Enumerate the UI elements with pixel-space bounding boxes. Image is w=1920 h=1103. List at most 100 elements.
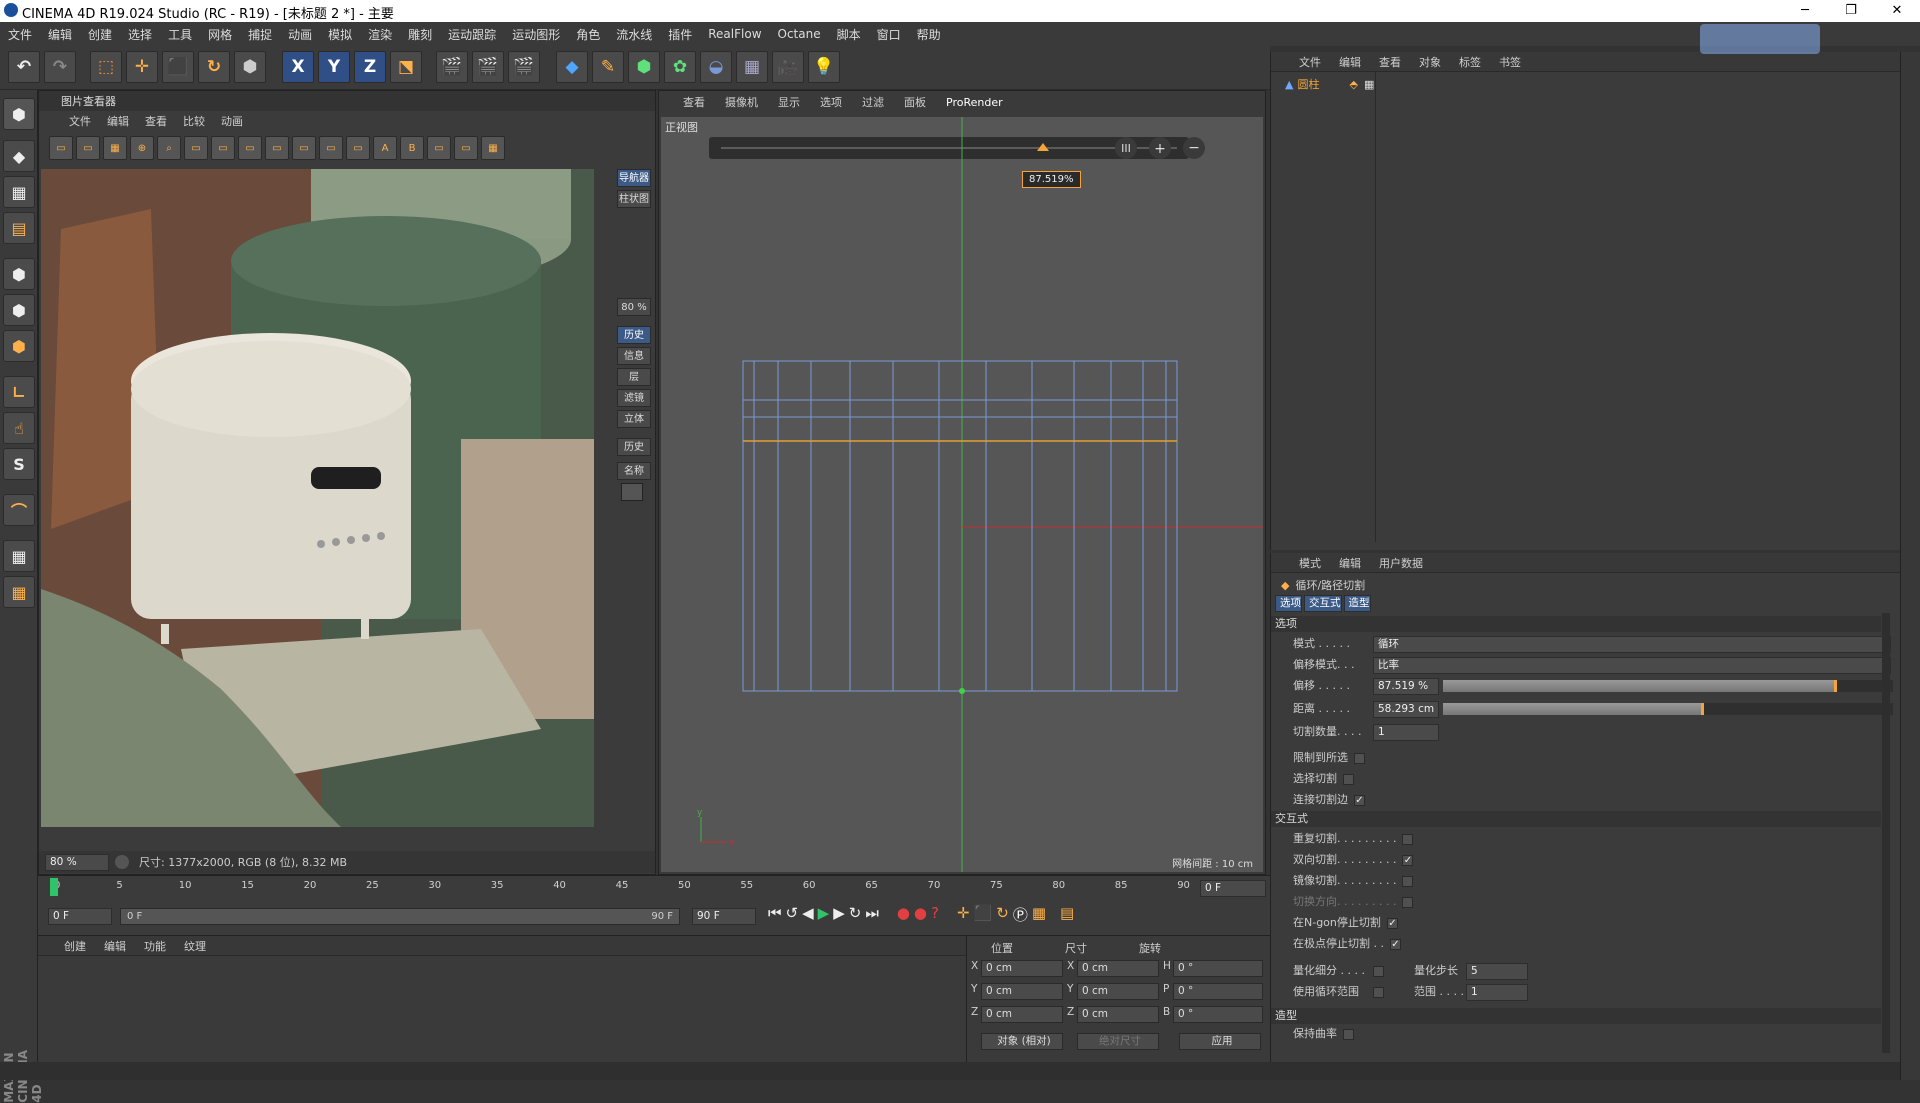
quantize-step-field[interactable]: 5 — [1466, 962, 1528, 980]
menu-create[interactable]: 创建 — [88, 26, 112, 43]
size-z-field[interactable]: 0 cm — [1077, 1006, 1159, 1023]
menu-mesh[interactable]: 网格 — [208, 26, 232, 43]
history-icon[interactable]: ▭ — [292, 136, 316, 160]
coord-mode-dropdown[interactable]: 对象 (相对) — [981, 1033, 1063, 1050]
checker-tag-icon[interactable]: ▦ — [1364, 78, 1374, 91]
mode-dropdown[interactable]: 循环 — [1373, 635, 1891, 653]
b-compare-icon[interactable]: B — [400, 136, 424, 160]
repeat-checkbox[interactable] — [1402, 833, 1414, 845]
move-icon[interactable]: ✛ — [126, 51, 158, 83]
pv-menu-edit[interactable]: 编辑 — [107, 113, 129, 129]
offset-field[interactable]: 87.519 % — [1373, 677, 1439, 695]
limit-checkbox[interactable] — [1354, 752, 1365, 764]
pv-menu-compare[interactable]: 比较 — [183, 113, 205, 129]
history-thumbnail[interactable] — [621, 483, 643, 501]
pole-stop-checkbox[interactable]: ✓ — [1390, 938, 1401, 950]
menu-help[interactable]: 帮助 — [917, 26, 941, 43]
menu-sculpt[interactable]: 雕刻 — [408, 26, 432, 43]
menu-motion-tracking[interactable]: 运动跟踪 — [448, 26, 496, 43]
coordinate-system-icon[interactable]: ⬔ — [390, 51, 422, 83]
planar-workplane-icon[interactable]: ▦ — [3, 576, 35, 608]
preview-range-slider[interactable]: 0 F 90 F — [120, 908, 680, 925]
vp-menu-prorender[interactable]: ProRender — [946, 96, 1003, 109]
magnet-icon[interactable]: ⌒ — [3, 494, 35, 526]
cuts-field[interactable]: 1 — [1373, 723, 1439, 741]
keep-curvature-checkbox[interactable] — [1343, 1028, 1354, 1040]
tab-shape[interactable]: 造型 — [1343, 595, 1371, 612]
mm-menu-edit[interactable]: 编辑 — [104, 938, 126, 954]
open-folder-icon[interactable]: ▭ — [49, 136, 73, 160]
om-menu-edit[interactable]: 编辑 — [1339, 54, 1361, 70]
use-range-checkbox[interactable] — [1373, 986, 1384, 998]
stereo-icon[interactable]: ▭ — [427, 136, 451, 160]
mirror-checkbox[interactable] — [1402, 875, 1414, 887]
offset-slider[interactable] — [1443, 680, 1893, 692]
render-icon[interactable]: ▦ — [481, 136, 505, 160]
select-cut-checkbox[interactable] — [1343, 773, 1354, 785]
attr-scrollbar[interactable] — [1882, 613, 1890, 1053]
channel-icon[interactable]: ▭ — [346, 136, 370, 160]
keyframe-selection-icon[interactable]: ? — [931, 904, 939, 925]
cube-icon[interactable]: ◆ — [556, 51, 588, 83]
quantize-checkbox[interactable] — [1373, 965, 1384, 977]
model-mode-icon[interactable]: ◆ — [3, 140, 35, 172]
tweak-mode-icon[interactable]: ☝ — [3, 412, 35, 444]
scale-icon[interactable]: ⬛ — [162, 51, 194, 83]
export-icon[interactable]: ▭ — [454, 136, 478, 160]
mm-menu-texture[interactable]: 纹理 — [184, 938, 206, 954]
end-frame-field[interactable]: 90 F — [692, 908, 756, 925]
tab-info[interactable]: 信息 — [617, 347, 651, 365]
edges-mode-icon[interactable]: ⬢ — [3, 294, 35, 326]
axis-mode-icon[interactable]: ∟ — [3, 376, 35, 408]
position-z-field[interactable]: 0 cm — [981, 1006, 1063, 1023]
vp-menu-view[interactable]: 查看 — [683, 94, 705, 110]
start-frame-field[interactable]: 0 F — [48, 908, 112, 925]
light-icon[interactable]: 💡 — [808, 51, 840, 83]
previous-frame-icon[interactable]: ◀ — [802, 904, 814, 925]
position-y-field[interactable]: 0 cm — [981, 983, 1063, 1000]
go-to-start-icon[interactable]: ⏮ — [768, 904, 782, 925]
om-menu-file[interactable]: 文件 — [1299, 54, 1321, 70]
play-icon[interactable] — [115, 855, 129, 869]
menu-script[interactable]: 脚本 — [837, 26, 861, 43]
menu-select[interactable]: 选择 — [128, 26, 152, 43]
coord-size-mode-dropdown[interactable]: 绝对尺寸 — [1077, 1033, 1159, 1050]
tab-options[interactable]: 选项 — [1275, 595, 1302, 612]
restore-button[interactable]: ❐ — [1828, 0, 1874, 22]
compare-icon[interactable]: ▭ — [238, 136, 262, 160]
zoom-field[interactable]: 80 % — [45, 853, 109, 871]
key-pla-icon[interactable]: ▦ — [1032, 904, 1046, 925]
z-axis-lock-button[interactable]: Z — [354, 51, 386, 83]
rotation-b-field[interactable]: 0 ° — [1173, 1006, 1263, 1023]
y-axis-lock-button[interactable]: Y — [318, 51, 350, 83]
navigator-zoom[interactable]: 80 % — [617, 298, 651, 316]
playhead[interactable] — [50, 878, 58, 896]
menu-pipeline[interactable]: 流水线 — [616, 26, 652, 43]
menu-animate[interactable]: 动画 — [288, 26, 312, 43]
vp-menu-filter[interactable]: 过滤 — [862, 94, 884, 110]
key-position-icon[interactable]: ✛ — [957, 904, 970, 925]
connect-checkbox[interactable]: ✓ — [1354, 794, 1365, 806]
switch-direction-checkbox[interactable] — [1402, 896, 1414, 908]
size-x-field[interactable]: 0 cm — [1077, 960, 1159, 977]
floor-icon[interactable]: ▦ — [736, 51, 768, 83]
render-view-icon[interactable]: 🎬 — [436, 51, 468, 83]
layer-a-icon[interactable]: ▭ — [184, 136, 208, 160]
pv-menu-file[interactable]: 文件 — [69, 113, 91, 129]
recent-tools-icon[interactable]: ⬢ — [234, 51, 266, 83]
vp-menu-options[interactable]: 选项 — [820, 94, 842, 110]
om-menu-tags[interactable]: 标签 — [1459, 54, 1481, 70]
am-menu-userdata[interactable]: 用户数据 — [1379, 555, 1423, 571]
vp-menu-panel[interactable]: 面板 — [904, 94, 926, 110]
tab-histogram[interactable]: 柱状图 — [617, 190, 651, 208]
menu-window[interactable]: 窗口 — [877, 26, 901, 43]
live-selection-icon[interactable]: ⬚ — [90, 51, 122, 83]
menu-tools[interactable]: 工具 — [168, 26, 192, 43]
make-editable-icon[interactable]: ⬢ — [3, 98, 35, 130]
workplane-icon[interactable]: ▤ — [3, 212, 35, 244]
render-settings-icon[interactable]: 🎬 — [508, 51, 540, 83]
position-x-field[interactable]: 0 cm — [981, 960, 1063, 977]
tab-stereo[interactable]: 立体 — [617, 410, 651, 428]
key-scale-icon[interactable]: ⬛ — [974, 904, 993, 925]
distance-field[interactable]: 58.293 cm — [1373, 700, 1439, 718]
